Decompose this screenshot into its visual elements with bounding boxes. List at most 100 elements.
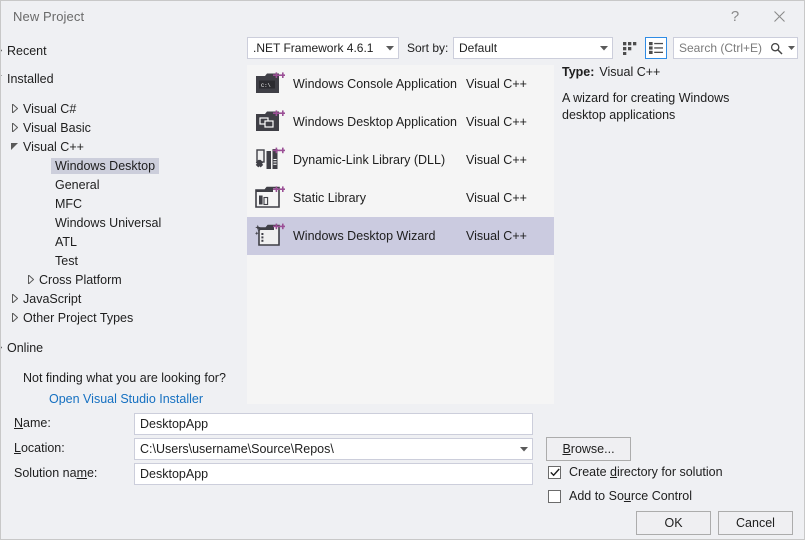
create-directory-label: Create directory for solution (569, 465, 723, 479)
list-item[interactable]: Dynamic-Link Library (DLL) Visual C++ (247, 141, 554, 179)
location-input[interactable]: C:\Users\username\Source\Repos\ (134, 438, 533, 460)
chevron-down-icon (381, 45, 398, 51)
chevron-down-icon (595, 45, 612, 51)
template-name: Static Library (293, 191, 366, 205)
open-visual-studio-installer-link[interactable]: Open Visual Studio Installer (1, 392, 203, 405)
search-input[interactable]: Search (Ctrl+E) (673, 37, 798, 59)
chevron-right-icon[interactable] (7, 313, 23, 322)
close-icon (773, 11, 785, 22)
sidebar-item-installed[interactable]: Installed (1, 69, 241, 88)
dll-icon (247, 147, 293, 174)
sidebar-item-label: Online (7, 340, 44, 355)
sidebar-item-online[interactable]: Online (1, 338, 241, 357)
sidebar-item-label: Installed (7, 71, 54, 86)
project-form: Name: DesktopApp Location: C:\Users\user… (1, 405, 804, 539)
sidebar-item-windows-desktop[interactable]: Windows Desktop (1, 156, 241, 175)
template-language: Visual C++ (466, 191, 527, 205)
sidebar-item-label: ATL (55, 234, 77, 249)
template-language: Visual C++ (466, 115, 527, 129)
detail-type-label: Type: (562, 65, 595, 79)
template-language: Visual C++ (466, 229, 527, 243)
browse-button[interactable]: Browse... (546, 437, 631, 461)
source-control-label: Add to Source Control (569, 489, 692, 503)
template-name: Windows Desktop Application (293, 115, 457, 129)
sidebar-item-label: Visual C# (23, 101, 77, 116)
sidebar-item-recent[interactable]: Recent (1, 41, 241, 60)
sidebar-item-general[interactable]: General (1, 175, 241, 194)
browse-button-label: Browse... (562, 442, 615, 456)
chevron-right-icon[interactable] (7, 294, 23, 303)
name-value: DesktopApp (140, 417, 209, 431)
sidebar-item-label: Cross Platform (39, 272, 122, 287)
sidebar-item-visual-cpp[interactable]: Visual C++ (1, 137, 241, 156)
template-language: Visual C++ (466, 153, 527, 167)
sidebar-item-label: Windows Desktop (51, 157, 160, 174)
dialog-title: New Project (13, 9, 85, 24)
detail-type-value: Visual C++ (599, 65, 661, 79)
template-language: Visual C++ (466, 77, 527, 91)
chevron-down-icon[interactable] (7, 143, 23, 150)
list-item[interactable]: Windows Desktop Application Visual C++ (247, 103, 554, 141)
list-view-icon (649, 42, 663, 54)
chevron-down-icon[interactable] (786, 46, 797, 50)
static-lib-icon (247, 185, 293, 212)
sort-by-dropdown[interactable]: Default (453, 37, 613, 59)
close-button[interactable] (760, 1, 798, 32)
sidebar-item-mfc[interactable]: MFC (1, 194, 241, 213)
sidebar-item-atl[interactable]: ATL (1, 232, 241, 251)
detail-description: A wizard for creating Windows desktop ap… (562, 91, 730, 122)
source-control-checkbox[interactable] (548, 489, 561, 503)
sidebar-item-label: MFC (55, 196, 83, 211)
list-item[interactable]: C:\ Windows Console Application Visual C… (247, 65, 554, 103)
checkmark-icon (549, 468, 560, 476)
category-tree[interactable]: Recent Installed Visual C# Visual Basic (1, 33, 241, 405)
sort-by-value: Default (459, 41, 498, 55)
question-mark-icon: ? (730, 8, 740, 25)
sidebar-item-label: Visual C++ (23, 139, 84, 154)
list-view-button[interactable] (645, 37, 667, 59)
desktop-app-icon (247, 109, 293, 136)
sidebar-item-other-project-types[interactable]: Other Project Types (1, 308, 241, 327)
chevron-right-icon[interactable] (23, 275, 39, 284)
list-item[interactable]: Windows Desktop Wizard Visual C++ (247, 217, 554, 255)
chevron-down-icon[interactable] (515, 446, 532, 452)
name-input[interactable]: DesktopApp (134, 413, 533, 435)
create-directory-checkbox-row[interactable]: Create directory for solution (548, 465, 723, 479)
source-control-checkbox-row[interactable]: Add to Source Control (548, 489, 692, 503)
template-toolbar: .NET Framework 4.6.1 Sort by: Default Se… (247, 37, 798, 61)
sidebar-item-visual-basic[interactable]: Visual Basic (1, 118, 241, 137)
sidebar-item-windows-universal[interactable]: Windows Universal (1, 213, 241, 232)
console-app-icon: C:\ (247, 71, 293, 98)
sidebar-item-label: Other Project Types (23, 310, 134, 325)
not-finding-text: Not finding what you are looking for? (23, 371, 226, 385)
create-directory-checkbox[interactable] (548, 465, 561, 479)
location-label: Location: (14, 441, 65, 455)
chevron-right-icon[interactable] (7, 104, 23, 113)
sidebar-item-cross-platform[interactable]: Cross Platform (1, 270, 241, 289)
chevron-right-icon[interactable] (7, 123, 23, 132)
template-list[interactable]: C:\ Windows Console Application Visual C… (247, 65, 554, 404)
ok-button-label: OK (664, 516, 683, 530)
sidebar-item-visual-csharp[interactable]: Visual C# (1, 99, 241, 118)
cancel-button-label: Cancel (736, 516, 775, 530)
solution-name-input[interactable]: DesktopApp (134, 463, 533, 485)
framework-version-dropdown[interactable]: .NET Framework 4.6.1 (247, 37, 399, 59)
magnifier-icon (766, 42, 786, 55)
tiles-view-button[interactable] (619, 37, 641, 59)
desktop-wizard-icon (247, 223, 293, 250)
sidebar-item-label: Test (55, 253, 78, 268)
sort-by-label: Sort by: (407, 41, 449, 55)
detail-type-row: Type: Visual C++ (562, 65, 798, 79)
framework-version-value: .NET Framework 4.6.1 (253, 41, 374, 55)
template-name: Windows Console Application (293, 77, 457, 91)
location-value: C:\Users\username\Source\Repos\ (140, 442, 334, 456)
list-item[interactable]: Static Library Visual C++ (247, 179, 554, 217)
help-button[interactable]: ? (716, 1, 754, 32)
svg-text:C:\: C:\ (261, 82, 271, 88)
template-name: Dynamic-Link Library (DLL) (293, 153, 446, 167)
name-label: Name: (14, 416, 51, 430)
ok-button[interactable]: OK (636, 511, 711, 535)
sidebar-item-test[interactable]: Test (1, 251, 241, 270)
cancel-button[interactable]: Cancel (718, 511, 793, 535)
sidebar-item-javascript[interactable]: JavaScript (1, 289, 241, 308)
